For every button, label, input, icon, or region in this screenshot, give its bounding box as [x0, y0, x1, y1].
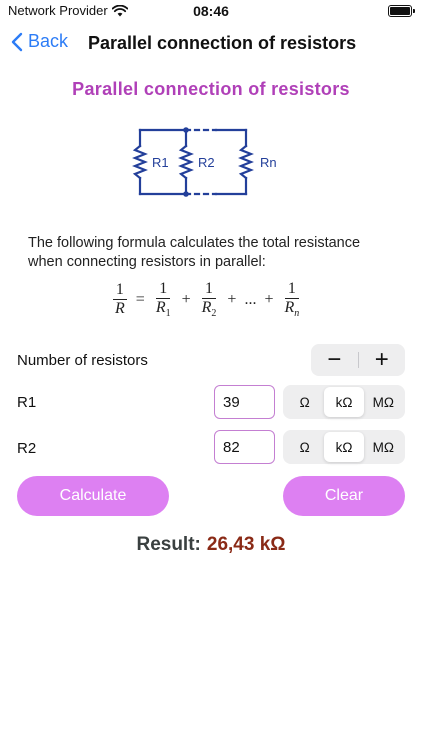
nav-title: Parallel connection of resistors [88, 33, 357, 53]
r2-unit-mohm[interactable]: MΩ [364, 432, 403, 462]
formula-lhs: 1 R [110, 281, 130, 318]
num-resistors-label: Number of resistors [17, 352, 148, 369]
increment-button[interactable]: + [359, 344, 406, 376]
formula-term-r1: 1 R1 [155, 280, 171, 320]
result-label: Result: [136, 534, 201, 555]
circuit-label-r2: R2 [198, 155, 215, 170]
circuit-label-r1: R1 [152, 155, 169, 170]
num-resistors-stepper: − + [311, 344, 405, 376]
r1-unit-ohm[interactable]: Ω [285, 387, 324, 417]
resistor-label-r2: R2 [17, 440, 37, 457]
battery-icon [388, 5, 415, 17]
back-label: Back [28, 31, 69, 51]
circuit-label-rn: Rn [260, 155, 277, 170]
parallel-circuit-diagram: R1 R2 Rn [132, 127, 277, 197]
calculate-button[interactable]: Calculate [17, 476, 169, 516]
back-button[interactable]: Back [10, 31, 68, 52]
page-title: Parallel connection of resistors [72, 79, 350, 99]
resistor-label-r1: R1 [17, 394, 37, 411]
chevron-left-icon [11, 32, 23, 51]
r1-unit-selector: Ω kΩ MΩ [283, 385, 405, 419]
r1-value-input[interactable] [214, 385, 275, 419]
status-bar: Network Provider 08:46 [0, 0, 422, 24]
r2-unit-ohm[interactable]: Ω [285, 432, 324, 462]
r1-unit-kohm[interactable]: kΩ [324, 387, 364, 417]
parallel-resistance-formula: 1 R = 1 R1 + 1 R2 + ... + 1 Rn [110, 280, 304, 319]
formula-term-rn: 1 Rn [284, 280, 300, 320]
formula-description: The following formula calculates the tot… [28, 235, 361, 270]
clear-button[interactable]: Clear [283, 476, 405, 516]
decrement-button[interactable]: − [311, 344, 358, 376]
navigation-bar: Back Parallel connection of resistors [0, 26, 422, 62]
status-time: 08:46 [193, 3, 229, 19]
r2-unit-kohm[interactable]: kΩ [324, 432, 364, 462]
result-value: 26,43 kΩ [206, 534, 286, 555]
result-display: Result: 26,43 kΩ [0, 534, 422, 556]
formula-term-r2: 1 R2 [201, 280, 217, 320]
r2-unit-selector: Ω kΩ MΩ [283, 430, 405, 464]
r2-value-input[interactable] [214, 430, 275, 464]
r1-unit-mohm[interactable]: MΩ [364, 387, 403, 417]
